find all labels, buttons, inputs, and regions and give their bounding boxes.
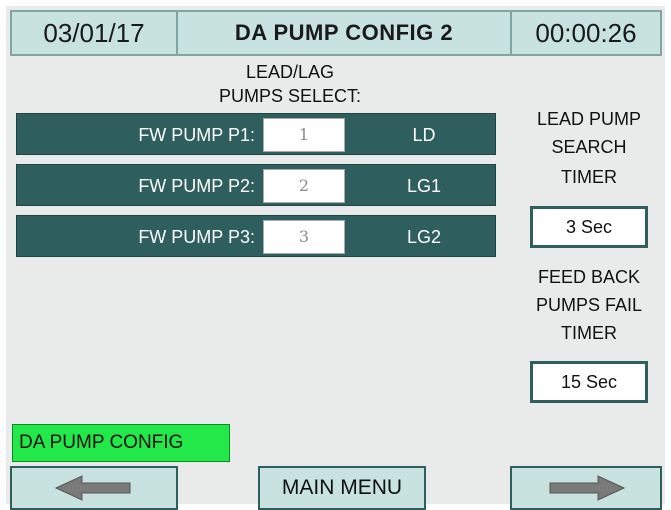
pump-row-p3: FW PUMP P3: 3 LG2 bbox=[16, 215, 496, 257]
main-menu-button[interactable]: MAIN MENU bbox=[258, 466, 426, 510]
next-page-button[interactable] bbox=[510, 466, 662, 510]
pump-p3-input[interactable]: 3 bbox=[263, 220, 345, 254]
header-time: 00:00:26 bbox=[510, 10, 662, 56]
pump-row-p2: FW PUMP P2: 2 LG1 bbox=[16, 164, 496, 206]
pump-p3-label: FW PUMP P3: bbox=[138, 227, 255, 247]
da-pump-config-button[interactable]: DA PUMP CONFIG bbox=[12, 424, 230, 462]
lead-timer-label-line1: LEAD PUMP bbox=[536, 109, 642, 129]
previous-page-button[interactable] bbox=[10, 466, 178, 510]
feedback-timer-label-line3: TIMER bbox=[561, 323, 617, 343]
arrow-left-icon bbox=[54, 475, 131, 501]
page-title: DA PUMP CONFIG 2 bbox=[176, 10, 512, 56]
pump-p2-input[interactable]: 2 bbox=[263, 169, 345, 203]
pump-row-p1: FW PUMP P1: 1 LD bbox=[16, 113, 496, 155]
pump-p1-input[interactable]: 1 bbox=[263, 118, 345, 152]
arrow-right-icon bbox=[549, 475, 626, 501]
pump-p2-role: LG1 bbox=[406, 176, 442, 196]
lead-timer-label-line2: SEARCH bbox=[551, 137, 627, 157]
lead-lag-title-line1: LEAD/LAG bbox=[245, 62, 335, 82]
lead-pump-search-timer-input[interactable]: 3 Sec bbox=[530, 206, 648, 248]
lead-lag-title-line2: PUMPS SELECT: bbox=[218, 86, 362, 106]
feedback-timer-label-line1: FEED BACK bbox=[537, 267, 641, 287]
lead-timer-label-line3: TIMER bbox=[561, 167, 617, 187]
pump-p2-label: FW PUMP P2: bbox=[138, 176, 255, 196]
pump-p1-label: FW PUMP P1: bbox=[138, 125, 255, 145]
feedback-timer-label-line2: PUMPS FAIL bbox=[535, 295, 643, 315]
pump-p3-role: LG2 bbox=[406, 227, 442, 247]
header-date: 03/01/17 bbox=[10, 10, 178, 56]
feedback-pumps-fail-timer-input[interactable]: 15 Sec bbox=[530, 361, 648, 403]
pump-p1-role: LD bbox=[412, 125, 436, 145]
